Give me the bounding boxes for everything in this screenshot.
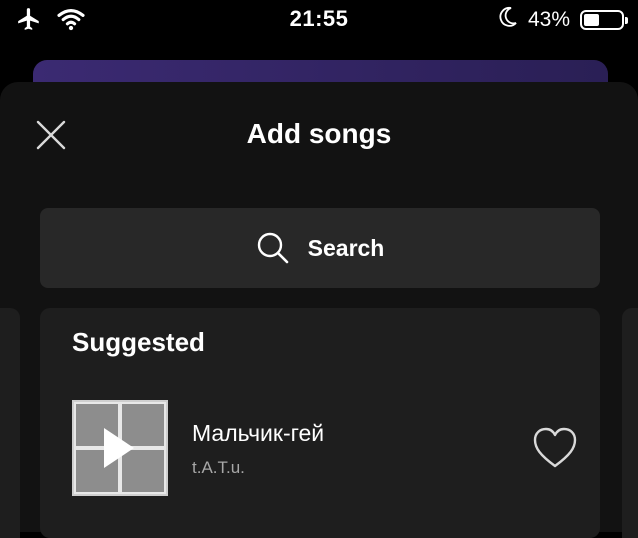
sheet-title: Add songs <box>246 118 392 149</box>
status-right: 43% <box>498 6 628 33</box>
battery-percent: 43% <box>527 7 570 31</box>
search-input[interactable]: Search <box>40 208 600 288</box>
battery-level <box>584 13 599 26</box>
track-row[interactable]: Мальчик-гей t.A.T.u. <box>72 400 592 496</box>
track-title: Мальчик-гей <box>192 420 325 446</box>
status-bar: 21:55 43% <box>0 0 638 42</box>
suggested-title: Suggested <box>72 327 205 357</box>
search-icon <box>257 232 288 264</box>
moon-icon <box>498 6 518 33</box>
play-icon[interactable] <box>104 428 134 468</box>
search-label: Search <box>307 234 385 261</box>
battery-nub <box>625 16 628 24</box>
previous-card <box>0 308 20 538</box>
next-card <box>622 308 638 538</box>
heart-icon <box>533 427 577 468</box>
like-button[interactable] <box>532 426 578 470</box>
album-art[interactable] <box>72 400 168 496</box>
track-artist: t.A.T.u. <box>192 458 245 477</box>
battery-icon <box>580 9 628 30</box>
